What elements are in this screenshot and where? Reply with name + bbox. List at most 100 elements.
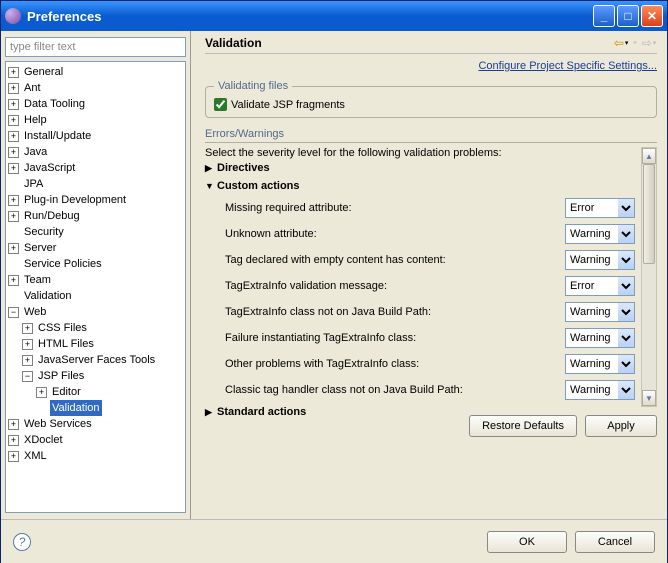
tree-item-label[interactable]: JSP Files <box>36 368 86 384</box>
collapse-icon[interactable]: − <box>8 307 19 318</box>
severity-label: Unknown attribute: <box>225 228 565 240</box>
tree-item[interactable]: +Help <box>8 112 183 128</box>
tree-item[interactable]: +Team <box>8 272 183 288</box>
expand-icon[interactable]: + <box>22 339 33 350</box>
severity-select[interactable]: ErrorWarningIgnore <box>565 380 635 400</box>
tree-item[interactable]: +Install/Update <box>8 128 183 144</box>
project-settings-link[interactable]: Configure Project Specific Settings... <box>205 60 657 72</box>
expand-icon[interactable]: + <box>8 275 19 286</box>
expand-icon[interactable]: + <box>8 211 19 222</box>
tree-item-label[interactable]: Java <box>22 144 49 160</box>
tree-item[interactable]: +Data Tooling <box>8 96 183 112</box>
tree-item-label[interactable]: Install/Update <box>22 128 93 144</box>
expand-icon[interactable]: + <box>8 99 19 110</box>
scroll-up-icon[interactable]: ▲ <box>642 148 656 164</box>
vertical-scrollbar[interactable]: ▲ ▼ <box>641 147 657 407</box>
tree-item-label[interactable]: Validation <box>22 288 74 304</box>
tree-item-label[interactable]: XML <box>22 448 49 464</box>
expand-icon[interactable]: + <box>22 323 33 334</box>
expand-icon[interactable]: + <box>8 147 19 158</box>
preferences-tree[interactable]: +General+Ant+Data Tooling+Help+Install/U… <box>5 61 186 513</box>
help-icon[interactable]: ? <box>13 533 31 551</box>
close-button[interactable]: ✕ <box>641 5 663 27</box>
expand-icon[interactable]: + <box>8 115 19 126</box>
minimize-button[interactable]: _ <box>593 5 615 27</box>
tree-item[interactable]: +Plug-in Development <box>8 192 183 208</box>
expand-icon[interactable]: + <box>8 419 19 430</box>
tree-item-label[interactable]: Validation <box>50 400 102 416</box>
tree-item-label[interactable]: Run/Debug <box>22 208 82 224</box>
expand-icon[interactable]: + <box>8 435 19 446</box>
expand-icon[interactable]: + <box>8 67 19 78</box>
tree-item-label[interactable]: JavaScript <box>22 160 77 176</box>
severity-select[interactable]: ErrorWarningIgnore <box>565 250 635 270</box>
tree-item[interactable]: Validation <box>8 400 183 416</box>
tree-item-label[interactable]: Plug-in Development <box>22 192 128 208</box>
severity-label: TagExtraInfo class not on Java Build Pat… <box>225 306 565 318</box>
tree-item-label[interactable]: Data Tooling <box>22 96 87 112</box>
tree-item-label[interactable]: Team <box>22 272 53 288</box>
expand-icon[interactable]: + <box>8 163 19 174</box>
tree-item[interactable]: +HTML Files <box>8 336 183 352</box>
tree-item[interactable]: Validation <box>8 288 183 304</box>
severity-select[interactable]: ErrorWarningIgnore <box>565 276 635 296</box>
validate-jsp-fragments-checkbox[interactable]: Validate JSP fragments <box>214 98 648 111</box>
severity-select[interactable]: ErrorWarningIgnore <box>565 224 635 244</box>
tree-item[interactable]: +JavaServer Faces Tools <box>8 352 183 368</box>
tree-item-label[interactable]: Help <box>22 112 49 128</box>
expand-icon[interactable]: + <box>22 355 33 366</box>
back-button[interactable]: ⇦▾ <box>613 35 629 51</box>
tree-item[interactable]: Service Policies <box>8 256 183 272</box>
expand-icon[interactable]: + <box>8 131 19 142</box>
tree-item[interactable]: −JSP Files <box>8 368 183 384</box>
severity-select[interactable]: ErrorWarningIgnore <box>565 354 635 374</box>
expand-icon[interactable]: + <box>8 451 19 462</box>
tree-item[interactable]: +CSS Files <box>8 320 183 336</box>
expand-icon[interactable]: + <box>36 387 47 398</box>
tree-item[interactable]: Security <box>8 224 183 240</box>
tree-item-label[interactable]: Editor <box>50 384 83 400</box>
tree-item[interactable]: +Java <box>8 144 183 160</box>
ok-button[interactable]: OK <box>487 531 567 553</box>
tree-item[interactable]: +JavaScript <box>8 160 183 176</box>
scroll-thumb[interactable] <box>643 164 655 264</box>
validate-jsp-fragments-input[interactable] <box>214 98 227 111</box>
severity-select[interactable]: ErrorWarningIgnore <box>565 198 635 218</box>
tree-item-label[interactable]: XDoclet <box>22 432 65 448</box>
expand-icon[interactable]: + <box>8 195 19 206</box>
expand-icon[interactable]: + <box>8 83 19 94</box>
tree-item[interactable]: +Web Services <box>8 416 183 432</box>
tree-item[interactable]: +Editor <box>8 384 183 400</box>
group-standard-actions[interactable]: ▶ Standard actions <box>205 403 635 421</box>
tree-item-label[interactable]: HTML Files <box>36 336 96 352</box>
severity-select[interactable]: ErrorWarningIgnore <box>565 328 635 348</box>
tree-item-label[interactable]: Server <box>22 240 58 256</box>
tree-item-label[interactable]: Web <box>22 304 48 320</box>
tree-item[interactable]: +XML <box>8 448 183 464</box>
tree-item[interactable]: +Run/Debug <box>8 208 183 224</box>
filter-input[interactable] <box>5 37 186 57</box>
expand-icon[interactable]: + <box>8 243 19 254</box>
tree-item-label[interactable]: CSS Files <box>36 320 89 336</box>
tree-item[interactable]: JPA <box>8 176 183 192</box>
maximize-button[interactable]: □ <box>617 5 639 27</box>
tree-item-label[interactable]: General <box>22 64 65 80</box>
collapse-icon[interactable]: − <box>22 371 33 382</box>
tree-item-label[interactable]: Security <box>22 224 66 240</box>
forward-button[interactable]: ⇨▾ <box>641 35 657 51</box>
tree-item-label[interactable]: Ant <box>22 80 43 96</box>
tree-item-label[interactable]: JavaServer Faces Tools <box>36 352 157 368</box>
tree-item-label[interactable]: JPA <box>22 176 45 192</box>
group-directives[interactable]: ▶ Directives <box>205 159 635 177</box>
tree-item-label[interactable]: Service Policies <box>22 256 104 272</box>
tree-item[interactable]: +Ant <box>8 80 183 96</box>
tree-item[interactable]: +Server <box>8 240 183 256</box>
tree-item[interactable]: −Web <box>8 304 183 320</box>
severity-select[interactable]: ErrorWarningIgnore <box>565 302 635 322</box>
tree-item[interactable]: +XDoclet <box>8 432 183 448</box>
scroll-down-icon[interactable]: ▼ <box>642 390 656 406</box>
group-custom-actions[interactable]: ▼ Custom actions <box>205 177 635 195</box>
tree-item-label[interactable]: Web Services <box>22 416 94 432</box>
cancel-button[interactable]: Cancel <box>575 531 655 553</box>
tree-item[interactable]: +General <box>8 64 183 80</box>
